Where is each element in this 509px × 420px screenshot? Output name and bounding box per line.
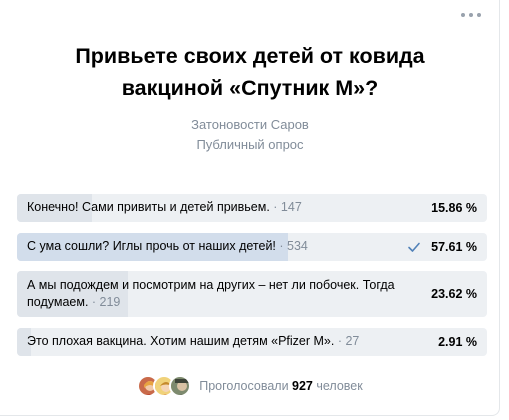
poll-title-line2: вакциной «Спутник М»? bbox=[121, 76, 379, 100]
poll-option-label: А мы подождем и посмотрим на других – не… bbox=[27, 278, 395, 309]
poll-option-text: Это плохая вакцина. Хотим нашим детям «P… bbox=[17, 328, 487, 350]
poll-author-link[interactable]: Затоновости Саров bbox=[0, 115, 500, 135]
votes-total: Проголосовали 927 человек bbox=[199, 379, 362, 393]
poll-option-count: · 27 bbox=[334, 334, 360, 348]
poll-title-line1: Привьете своих детей от ковида bbox=[75, 44, 425, 68]
poll-option-label: Это плохая вакцина. Хотим нашим детям «P… bbox=[27, 334, 335, 348]
poll-option-percent: 2.91 % bbox=[438, 335, 477, 349]
more-dot bbox=[477, 13, 481, 17]
poll-option[interactable]: Конечно! Сами привиты и детей привьем. ·… bbox=[17, 194, 487, 222]
poll-option-text: Конечно! Сами привиты и детей привьем. ·… bbox=[17, 194, 487, 216]
poll-card: Привьете своих детей от ковида вакциной … bbox=[0, 0, 500, 416]
votes-count: 927 bbox=[292, 379, 313, 393]
poll-option[interactable]: А мы подождем и посмотрим на других – не… bbox=[17, 271, 487, 317]
poll-option-count: · 534 bbox=[275, 239, 308, 253]
poll-option-percent: 15.86 % bbox=[431, 201, 477, 215]
poll-option-label: С ума сошли? Иглы прочь от наших детей! bbox=[27, 239, 276, 253]
poll-option-count: · 219 bbox=[88, 295, 121, 309]
poll-type-label: Публичный опрос bbox=[196, 137, 304, 152]
poll-option-count: · 147 bbox=[269, 200, 302, 214]
more-dot bbox=[469, 13, 473, 17]
poll-option-label: Конечно! Сами привиты и детей привьем. bbox=[27, 200, 270, 214]
poll-option-text: А мы подождем и посмотрим на других – не… bbox=[17, 271, 487, 311]
voter-avatars[interactable] bbox=[137, 375, 192, 397]
poll-title: Привьете своих детей от ковида вакциной … bbox=[0, 40, 500, 104]
poll-option-percent: 57.61 % bbox=[431, 240, 477, 254]
poll-option[interactable]: С ума сошли? Иглы прочь от наших детей! … bbox=[17, 233, 487, 261]
avatar[interactable] bbox=[169, 375, 192, 397]
check-icon bbox=[408, 242, 420, 252]
poll-option-percent: 23.62 % bbox=[431, 287, 477, 301]
poll-option[interactable]: Это плохая вакцина. Хотим нашим детям «P… bbox=[17, 328, 487, 356]
poll-footer: Проголосовали 927 человек bbox=[0, 372, 500, 400]
more-options-button[interactable] bbox=[459, 8, 483, 22]
votes-suffix: человек bbox=[312, 379, 363, 393]
more-horizontal-icon bbox=[461, 13, 465, 17]
votes-prefix: Проголосовали bbox=[199, 379, 293, 393]
